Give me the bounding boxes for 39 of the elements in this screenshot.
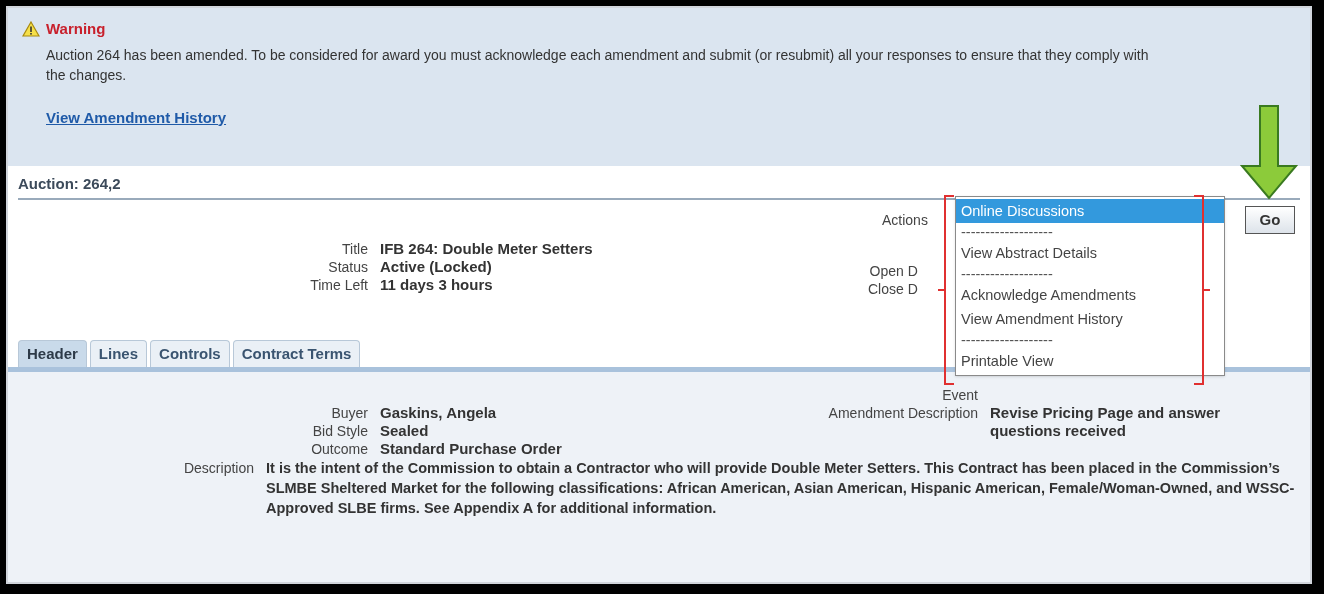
menu-option[interactable]: View Amendment History [956,307,1224,331]
field-value: Revise Pricing Page and answer questions received [990,404,1222,440]
field-label: Buyer [330,404,368,422]
tab[interactable]: Header [18,340,87,367]
view-amendment-history-link[interactable]: View Amendment History [46,106,227,129]
auction-heading: Auction: 264,2 [18,175,121,192]
menu-option[interactable]: View Abstract Details [956,241,1224,265]
warning-title: Warning [46,19,106,39]
tab[interactable]: Lines [89,340,148,367]
field-label: Outcome [310,440,368,458]
down-arrow-icon [1239,105,1299,200]
actions-label: Actions [882,211,928,230]
warning-icon [22,21,40,38]
go-button[interactable]: Go [1245,206,1295,234]
tab[interactable]: Controls [150,340,230,367]
warning-message: Auction 264 has been amended. To be considered for award you must acknowledge each amendment and submit (or resubmit) all your responses to ensure that they comply with the changes. [46,45,1150,85]
field-label: Description [182,459,254,478]
field-label: Event [942,386,978,404]
field-value: Sealed [380,422,430,440]
field-label: Amendment Description [828,404,978,423]
menu-option[interactable]: Printable View [956,349,1224,373]
field-label: Title [341,240,368,258]
menu-separator: ------------------- [960,265,1054,283]
actions-dropdown-menu[interactable]: Online Discussions ------------------- View Abstract Details ------------------- Acknowledge Amendments View Amendment History ------------------- Printable View [955,196,1225,376]
field-value: Standard Purchase Order [380,440,563,458]
field-label: Open D [869,262,918,280]
tab[interactable]: Contract Terms [232,340,361,367]
description-text: It is the intent of the Commission to obtain a Contractor who will provide Double Meter Setters. This Contract has been placed in the Commission’s SLMBE Sheltered Market for the following classifications: African American, Asian American, Hispanic American, Female/Woman-Owned, and WSSC-Approved SLBE firms. See Appendix A for additional information. [266,459,1296,518]
menu-separator: ------------------- [960,223,1054,241]
menu-option[interactable]: Acknowledge Amendments [956,283,1224,307]
field-label: Close D [868,280,918,298]
field-label: Bid Style [311,422,368,440]
field-value: 11 days 3 hours [380,276,494,294]
field-label: Time Left [309,276,368,294]
field-value: Active (Locked) [380,258,493,276]
field-label: Status [327,258,368,276]
field-value: Gaskins, Angela [380,404,498,422]
menu-separator: ------------------- [960,331,1054,349]
field-value: IFB 264: Double Meter Setters [380,240,594,258]
